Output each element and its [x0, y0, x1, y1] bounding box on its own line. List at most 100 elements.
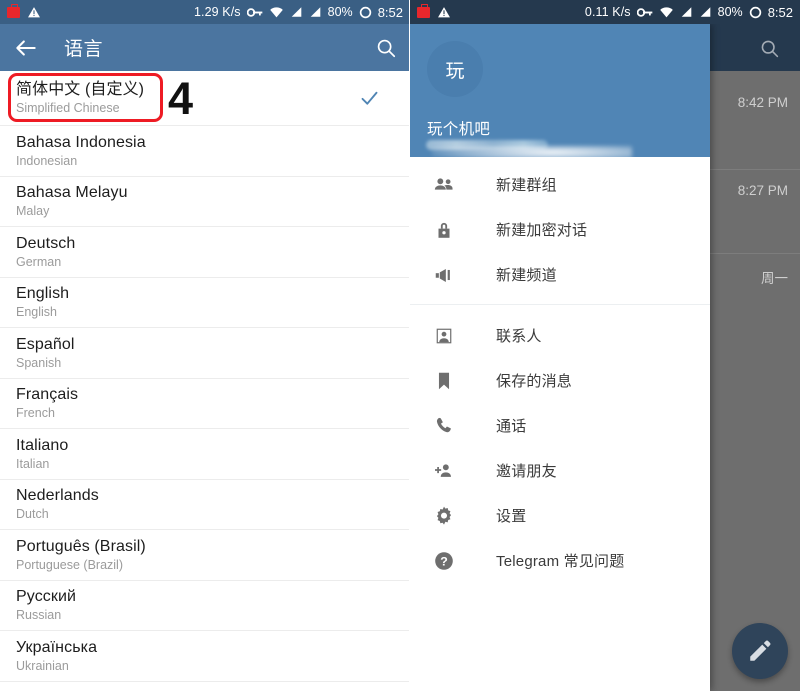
language-english-name: Indonesian — [16, 153, 78, 168]
language-english-name: Spanish — [16, 355, 62, 370]
help-question-icon: ? — [435, 551, 453, 570]
drawer-menu-item[interactable]: ? Telegram 常见问题 — [410, 538, 710, 583]
group-add-icon-wrap — [432, 173, 456, 197]
language-native-name: Deutsch — [16, 234, 76, 252]
drawer-menu-label: 联系人 — [496, 328, 542, 345]
group-add-icon — [434, 177, 453, 190]
language-row[interactable]: Deutsch German — [0, 227, 410, 278]
language-toolbar: 语言 — [0, 24, 410, 71]
language-row[interactable]: Français French — [0, 379, 410, 429]
help-question-icon-wrap: ? — [432, 549, 456, 573]
bookmark-icon-wrap — [432, 369, 456, 393]
status-left-icons — [417, 3, 451, 19]
compose-fab-button[interactable] — [732, 623, 788, 679]
language-row[interactable]: Nederlands Dutch — [0, 480, 410, 530]
language-native-name: Русский — [16, 588, 77, 606]
language-row[interactable]: Bahasa Indonesia Indonesian — [0, 126, 410, 177]
language-row[interactable]: 简体中文 (自定义) Simplified Chinese — [0, 71, 410, 126]
drawer-menu-item[interactable]: 联系人 — [410, 313, 710, 358]
clock-label: 8:52 — [767, 4, 793, 20]
megaphone-icon — [435, 268, 450, 282]
signal-icon — [291, 7, 301, 17]
vpn-key-icon — [636, 7, 652, 17]
status-left-icons — [7, 3, 41, 19]
arrow-back-icon[interactable] — [13, 35, 39, 61]
person-add-icon — [435, 463, 451, 477]
signal-icon — [310, 7, 320, 17]
clock-label: 8:52 — [377, 4, 403, 20]
page-title: 语言 — [64, 39, 104, 60]
chat-timestamp: 8:27 PM — [737, 183, 788, 198]
language-native-name: Español — [16, 335, 75, 353]
drawer-menu-item[interactable]: 通话 — [410, 403, 710, 448]
language-english-name: Simplified Chinese — [16, 101, 120, 115]
language-english-name: Dutch — [16, 507, 49, 522]
drawer-menu-item[interactable]: 设置 — [410, 493, 710, 538]
work-briefcase-icon — [417, 3, 430, 18]
megaphone-icon-wrap — [432, 263, 456, 287]
menu-group-divider — [410, 304, 710, 305]
status-right-group: 0.11 K/s 80% 8:52 — [585, 5, 793, 20]
search-icon[interactable] — [375, 37, 397, 59]
screen-separator — [409, 0, 410, 691]
search-icon[interactable] — [759, 38, 780, 59]
settings-gear-icon-wrap — [432, 504, 456, 528]
language-row[interactable]: Italiano Italian — [0, 429, 410, 480]
language-native-name: Português (Brasil) — [16, 537, 146, 555]
battery-percent-label: 80% — [327, 5, 353, 19]
person-add-icon-wrap — [432, 459, 456, 483]
network-speed-label: 1.29 K/s — [193, 5, 241, 19]
drawer-menu-label: 邀请朋友 — [496, 463, 557, 480]
contacts-icon — [436, 328, 452, 343]
left-phone-screen: 1.29 K/s 80% 8:52 语言 简体中文 (自定义) Simplifi… — [0, 0, 410, 691]
right-status-bar: 0.11 K/s 80% 8:52 — [410, 0, 800, 24]
drawer-menu-item[interactable]: 邀请朋友 — [410, 448, 710, 493]
language-native-name: Français — [16, 386, 79, 404]
network-speed-label: 0.11 K/s — [584, 5, 631, 19]
language-row[interactable]: Bahasa Melayu Malay — [0, 177, 410, 227]
language-native-name: 简体中文 (自定义) — [16, 81, 145, 98]
language-english-name: Italian — [16, 456, 50, 471]
signal-icon — [681, 7, 691, 17]
chat-timestamp: 周一 — [761, 271, 788, 286]
language-row[interactable]: English English — [0, 278, 410, 328]
language-native-name: Bahasa Indonesia — [16, 133, 146, 151]
battery-charging-circle-icon — [749, 6, 761, 18]
redaction-smudge — [432, 146, 632, 157]
right-phone-screen: 8:42 PM your a… 8:27 PM 周一 点击上… — [410, 0, 800, 691]
phone-icon-wrap — [432, 414, 456, 438]
battery-charging-circle-icon — [359, 6, 371, 18]
battery-percent-label: 80% — [717, 5, 743, 19]
status-right-group: 1.29 K/s 80% 8:52 — [194, 5, 403, 20]
language-native-name: Italiano — [16, 436, 69, 454]
language-native-name: English — [16, 285, 70, 303]
navigation-drawer: 玩 玩个机吧 新建群组 新建加密对话新建频道联系人保存的消息通话邀请朋友设置? Te… — [410, 24, 710, 691]
svg-text:?: ? — [440, 554, 448, 568]
language-row[interactable]: Русский Russian — [0, 581, 410, 631]
language-english-name: English — [16, 305, 57, 320]
bookmark-icon — [438, 372, 450, 389]
language-row[interactable]: Українська Ukrainian — [0, 631, 410, 682]
signal-icon — [700, 7, 710, 17]
left-status-bar: 1.29 K/s 80% 8:52 — [0, 0, 410, 24]
language-row[interactable]: Português (Brasil) Portuguese (Brazil) — [0, 530, 410, 581]
drawer-menu-item[interactable]: 新建群组 — [410, 162, 710, 207]
chat-timestamp: 8:42 PM — [737, 95, 788, 110]
drawer-menu[interactable]: 新建群组 新建加密对话新建频道联系人保存的消息通话邀请朋友设置? Telegram … — [410, 157, 710, 583]
drawer-account-header[interactable]: 玩 玩个机吧 — [410, 24, 710, 157]
drawer-menu-item[interactable]: 保存的消息 — [410, 358, 710, 403]
language-english-name: Portuguese (Brazil) — [16, 557, 123, 572]
drawer-menu-label: 新建频道 — [496, 267, 557, 284]
drawer-menu-item[interactable]: 新建加密对话 — [410, 207, 710, 252]
vpn-key-icon — [246, 7, 262, 17]
selected-check-icon — [361, 91, 378, 105]
language-english-name: German — [16, 254, 62, 269]
warning-triangle-icon — [28, 6, 40, 17]
avatar[interactable]: 玩 — [427, 41, 483, 97]
drawer-menu-item[interactable]: 新建频道 — [410, 252, 710, 297]
language-row[interactable]: Español Spanish — [0, 328, 410, 379]
contacts-icon-wrap — [432, 324, 456, 348]
language-list[interactable]: 简体中文 (自定义) Simplified Chinese Bahasa Indon… — [0, 71, 410, 682]
drawer-menu-label: 通话 — [496, 418, 527, 435]
language-english-name: French — [16, 406, 55, 421]
